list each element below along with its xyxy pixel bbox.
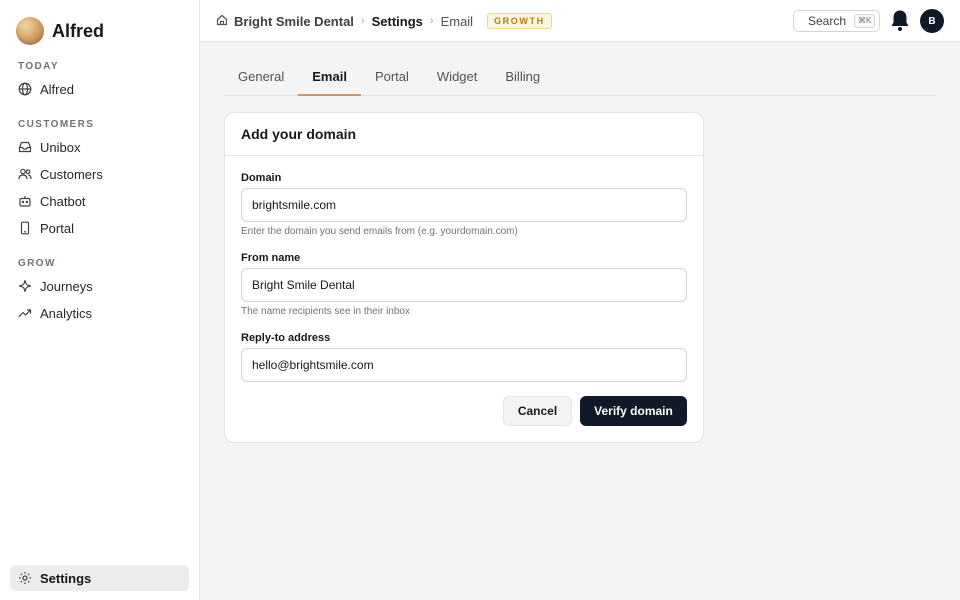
sidebar-item-journeys[interactable]: Journeys — [10, 273, 189, 299]
domain-input[interactable] — [241, 188, 687, 222]
sidebar-item-label: Portal — [40, 220, 74, 236]
sidebar-item-customers[interactable]: Customers — [10, 161, 189, 187]
sidebar-item-chatbot[interactable]: Chatbot — [10, 188, 189, 214]
section-label-grow: GROW — [18, 258, 56, 269]
settings-tabs: General Email Portal Widget Billing — [224, 62, 936, 96]
reply-to-label: Reply-to address — [241, 332, 331, 344]
sidebar-item-unibox[interactable]: Unibox — [10, 134, 189, 160]
top-bar: Bright Smile Dental › Settings › Email G… — [200, 0, 960, 42]
search-button[interactable]: Search ⌘K — [793, 10, 880, 32]
sidebar-item-label: Unibox — [40, 139, 81, 155]
tab-email[interactable]: Email — [298, 62, 361, 96]
from-name-label: From name — [241, 252, 301, 264]
sidebar: Alfred TODAY Alfred CUSTOMERS Unibox Cus… — [0, 0, 200, 600]
sidebar-item-analytics[interactable]: Analytics — [10, 300, 189, 326]
verify-domain-button[interactable]: Verify domain — [580, 396, 687, 426]
sidebar-item-settings[interactable]: Settings — [10, 565, 189, 591]
reply-to-input[interactable] — [241, 348, 687, 382]
sidebar-item-label: Alfred — [40, 81, 74, 97]
search-label: Search — [808, 14, 847, 28]
domain-card: Add your domain Domain Enter the domain … — [224, 112, 704, 443]
tab-general[interactable]: General — [224, 62, 298, 96]
tab-billing[interactable]: Billing — [491, 62, 554, 96]
domain-help: Enter the domain you send emails from (e… — [241, 226, 518, 237]
sidebar-item-label: Analytics — [40, 305, 93, 321]
sidebar-item-label: Customers — [40, 166, 103, 182]
trend-icon — [18, 306, 32, 320]
brand[interactable]: Alfred — [16, 17, 104, 45]
sidebar-item-label: Settings — [40, 570, 92, 586]
card-title: Add your domain — [241, 126, 357, 142]
cancel-button[interactable]: Cancel — [503, 396, 572, 426]
sidebar-item-label: Chatbot — [40, 193, 86, 209]
domain-label: Domain — [241, 172, 282, 184]
chevron-right-icon: › — [360, 15, 365, 27]
tab-portal[interactable]: Portal — [361, 62, 423, 96]
card-header: Add your domain — [225, 113, 703, 156]
sidebar-item-portal[interactable]: Portal — [10, 215, 189, 241]
bot-icon — [18, 194, 32, 208]
chevron-right-icon: › — [429, 15, 434, 27]
globe-icon — [18, 82, 32, 96]
home-icon[interactable] — [216, 14, 228, 29]
bell-icon[interactable] — [890, 9, 910, 33]
brand-logo — [16, 17, 44, 45]
sidebar-item-label: Journeys — [40, 278, 93, 294]
breadcrumb-org[interactable]: Bright Smile Dental — [234, 14, 354, 29]
tab-widget[interactable]: Widget — [423, 62, 491, 96]
breadcrumb-email: Email — [440, 13, 474, 29]
inbox-icon — [18, 140, 32, 154]
search-shortcut: ⌘K — [854, 14, 876, 28]
sidebar-item-alfred[interactable]: Alfred — [10, 76, 189, 102]
gear-icon — [18, 571, 32, 585]
breadcrumb: Bright Smile Dental › Settings › Email G… — [216, 13, 552, 29]
phone-icon — [18, 221, 32, 235]
from-name-input[interactable] — [241, 268, 687, 302]
section-label-customers: CUSTOMERS — [18, 119, 95, 130]
section-label-today: TODAY — [18, 61, 59, 72]
users-icon — [18, 167, 32, 181]
plan-badge: GROWTH — [487, 13, 552, 29]
avatar[interactable]: B — [920, 9, 944, 33]
brand-name: Alfred — [52, 20, 105, 41]
from-name-help: The name recipients see in their inbox — [241, 306, 410, 317]
sparkle-icon — [18, 279, 32, 293]
breadcrumb-settings[interactable]: Settings — [372, 14, 423, 29]
